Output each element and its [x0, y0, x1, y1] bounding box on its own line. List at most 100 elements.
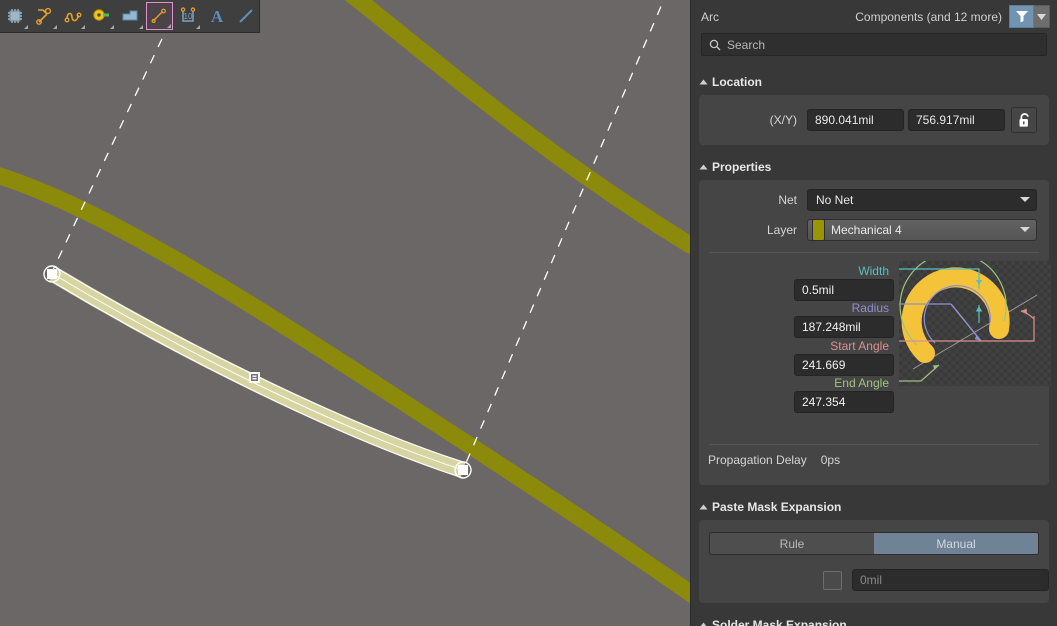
search-icon: [709, 39, 721, 50]
collapse-triangle-icon[interactable]: [699, 504, 708, 509]
width-input[interactable]: 0.5mil: [794, 279, 894, 301]
svg-text:10: 10: [184, 12, 193, 21]
funnel-icon: [1015, 11, 1028, 23]
place-route-icon: [36, 7, 52, 25]
selected-arc-outline-top: [52, 265, 464, 463]
width-label: Width: [858, 264, 889, 278]
search-input-text: Search: [727, 37, 766, 52]
radius-input[interactable]: 187.248mil: [794, 316, 894, 338]
unlock-icon: [1019, 112, 1029, 127]
location-x-input[interactable]: 890.041mil: [807, 109, 904, 131]
place-dimension-icon: [151, 8, 167, 23]
start-angle-value: 241.669: [802, 358, 846, 372]
pcb-canvas[interactable]: [0, 0, 690, 626]
place-pad-icon: [92, 9, 109, 21]
trace-upper[interactable]: [320, 0, 690, 254]
section-header-paste-mask[interactable]: Paste Mask Expansion: [691, 496, 1057, 517]
place-arc-icon: [64, 12, 82, 23]
end-angle-label: End Angle: [834, 376, 889, 390]
trace-lower[interactable]: [0, 167, 690, 604]
collapse-triangle-icon[interactable]: [699, 164, 708, 169]
toolbar-place-string[interactable]: A: [203, 2, 230, 30]
toolbar-place-line[interactable]: [232, 2, 259, 30]
panel-header: Arc Components (and 12 more): [691, 0, 1057, 33]
propagation-delay-value: 0ps: [820, 453, 841, 467]
toolbar-submenu-arrow[interactable]: [196, 25, 201, 29]
section-header-properties[interactable]: Properties: [691, 156, 1057, 177]
chevron-down-icon: [1020, 227, 1030, 232]
layer-label: Layer: [766, 222, 797, 237]
paste-mask-manual-button[interactable]: Manual: [874, 533, 1038, 554]
propagation-delay-row: Propagation Delay 0ps: [699, 445, 1049, 475]
chevron-down-icon: [1037, 13, 1046, 20]
filter-dropdown-button[interactable]: [1034, 5, 1050, 28]
arc-parameters: Width 0.5mil Radius 187.248mil Start Ang…: [699, 252, 1051, 413]
net-label: Net: [778, 192, 797, 207]
radius-value: 187.248mil: [802, 320, 861, 334]
toolbar-submenu-arrow[interactable]: [23, 25, 28, 29]
svg-text:A: A: [211, 7, 224, 26]
toolbar-submenu-arrow[interactable]: [166, 24, 171, 28]
paste-mask-value: 0mil: [860, 573, 883, 587]
start-angle-input[interactable]: 241.669: [794, 354, 894, 376]
place-coordinate-icon: 10: [180, 7, 196, 22]
search-input[interactable]: Search: [701, 33, 1047, 56]
toolbar-submenu-arrow[interactable]: [110, 25, 115, 29]
arc-mid-handle[interactable]: [249, 372, 260, 383]
toolbar-place-dimension[interactable]: [145, 2, 173, 30]
location-y-input[interactable]: 756.917mil: [908, 109, 1005, 131]
collapse-triangle-icon[interactable]: [699, 79, 708, 84]
section-title-properties: Properties: [712, 159, 772, 174]
net-value: No Net: [816, 192, 854, 207]
section-title-solder-mask: Solder Mask Expansion: [712, 617, 847, 626]
arc-preview: [839, 252, 1051, 386]
toolbar-submenu-arrow[interactable]: [138, 25, 143, 29]
toolbar-place-pad[interactable]: [88, 2, 115, 30]
chevron-down-icon: [1020, 197, 1030, 202]
propagation-delay-label: Propagation Delay: [708, 453, 807, 467]
toolbar-submenu-arrow[interactable]: [52, 25, 57, 29]
properties-card: Net No Net Layer Mechanical 4 Width 0.5m…: [699, 180, 1051, 485]
section-header-solder-mask[interactable]: Solder Mask Expansion: [691, 614, 1057, 626]
layer-color-swatch: [812, 218, 825, 241]
xy-label: (X/Y): [769, 113, 797, 127]
layer-dropdown[interactable]: Mechanical 4: [807, 218, 1037, 241]
arc-preview-graphic: [839, 252, 1038, 382]
properties-panel: Arc Components (and 12 more) Search Loca…: [690, 0, 1057, 626]
guide-line-right: [462, 0, 665, 471]
page-title: Arc: [701, 9, 719, 24]
drawing-toolbar[interactable]: 10 A: [0, 0, 260, 33]
paste-mask-value-input[interactable]: 0mil: [852, 569, 1049, 591]
radius-label: Radius: [851, 301, 889, 315]
net-dropdown[interactable]: No Net: [807, 188, 1037, 211]
toolbar-place-fill[interactable]: [117, 2, 144, 30]
toolbar-submenu-arrow[interactable]: [81, 25, 86, 29]
layer-value: Mechanical 4: [831, 222, 902, 237]
location-y-value: 756.917mil: [916, 113, 975, 127]
location-lock-button[interactable]: [1011, 107, 1037, 133]
location-x-value: 890.041mil: [815, 113, 874, 127]
section-title-location: Location: [712, 74, 762, 89]
place-line-icon: [238, 9, 253, 23]
toolbar-place-component[interactable]: [2, 2, 29, 30]
panel-subtitle: Components (and 12 more): [855, 9, 1002, 24]
end-angle-input[interactable]: 247.354: [794, 391, 894, 413]
section-header-location[interactable]: Location: [691, 71, 1057, 92]
properties-divider: [709, 252, 1039, 253]
location-card: (X/Y) 890.041mil 756.917mil: [699, 95, 1049, 145]
toolbar-interactive-routing[interactable]: [31, 2, 58, 30]
paste-mask-checkbox[interactable]: [823, 570, 842, 590]
paste-mask-rule-button[interactable]: Rule: [710, 533, 874, 554]
toolbar-place-arc[interactable]: [60, 2, 87, 30]
place-component-icon: [8, 9, 23, 23]
paste-mask-toggle[interactable]: Rule Manual: [709, 532, 1039, 555]
filter-button[interactable]: [1009, 5, 1034, 28]
paste-mask-card: Rule Manual 0mil: [699, 520, 1049, 603]
pcb-canvas-graphics: [0, 0, 690, 604]
place-string-icon: A: [211, 7, 224, 26]
place-fill-icon: [122, 10, 138, 21]
width-value: 0.5mil: [802, 283, 835, 297]
search-row: Search: [691, 33, 1057, 56]
collapse-triangle-icon[interactable]: [699, 622, 708, 626]
toolbar-place-coordinate[interactable]: 10: [175, 2, 202, 30]
